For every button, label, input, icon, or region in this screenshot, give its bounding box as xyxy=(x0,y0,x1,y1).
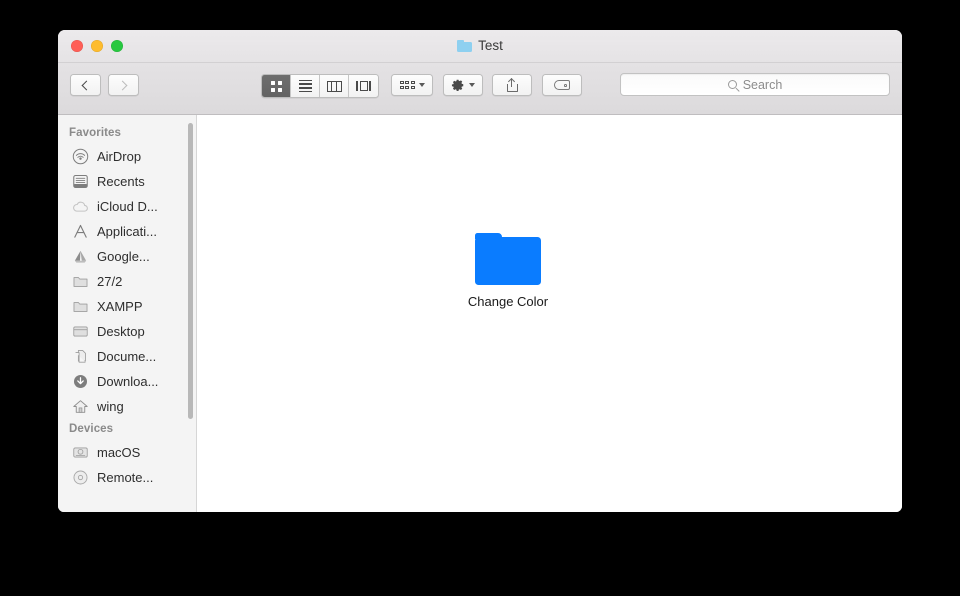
icon-view-button[interactable] xyxy=(262,75,291,97)
sidebar-item-27-2[interactable]: 27/2 xyxy=(58,269,196,294)
chevron-down-icon xyxy=(469,83,475,87)
back-button[interactable] xyxy=(70,74,101,96)
view-mode-segmented-control xyxy=(261,74,379,98)
sidebar-item-label: Recents xyxy=(97,174,145,189)
list-icon xyxy=(299,80,312,92)
sidebar-item-label: Remote... xyxy=(97,470,153,485)
folder-icon xyxy=(475,233,541,285)
window-title: Test xyxy=(58,38,902,53)
sidebar-item-label: Docume... xyxy=(97,349,156,364)
chevron-right-icon xyxy=(118,80,128,90)
sidebar: Favorites AirDrop xyxy=(58,115,197,512)
tag-icon xyxy=(554,80,570,90)
folder-icon xyxy=(72,298,89,315)
sidebar-item-macos[interactable]: macOS xyxy=(58,440,196,465)
action-button[interactable] xyxy=(443,74,483,96)
sidebar-item-icloud-drive[interactable]: iCloud D... xyxy=(58,194,196,219)
toolbar: Search xyxy=(58,63,902,115)
file-name: Change Color xyxy=(468,294,548,309)
google-drive-icon xyxy=(72,248,89,265)
arrange-grid-icon xyxy=(400,81,415,89)
harddisk-icon xyxy=(72,444,89,461)
sidebar-item-label: Applicati... xyxy=(97,224,157,239)
share-button[interactable] xyxy=(492,74,532,96)
sidebar-item-label: iCloud D... xyxy=(97,199,158,214)
sidebar-item-home[interactable]: wing xyxy=(58,394,196,419)
sidebar-section-favorites-header: Favorites xyxy=(58,123,196,144)
gallery-icon xyxy=(356,81,370,91)
file-item[interactable]: Change Color xyxy=(450,233,566,309)
search-placeholder: Search xyxy=(743,78,783,92)
sidebar-item-recents[interactable]: Recents xyxy=(58,169,196,194)
search-icon xyxy=(728,80,737,89)
sidebar-item-label: macOS xyxy=(97,445,140,460)
documents-icon xyxy=(72,348,89,365)
column-view-button[interactable] xyxy=(320,75,349,97)
home-icon xyxy=(72,398,89,415)
sidebar-item-applications[interactable]: Applicati... xyxy=(58,219,196,244)
chevron-left-icon xyxy=(82,80,92,90)
chevron-down-icon xyxy=(419,83,425,87)
window-title-text: Test xyxy=(478,38,503,53)
folder-icon xyxy=(457,40,472,52)
sidebar-item-label: Desktop xyxy=(97,324,145,339)
sidebar-scrollbar[interactable] xyxy=(188,123,193,419)
title-bar[interactable]: Test xyxy=(58,30,902,63)
sidebar-item-label: wing xyxy=(97,399,124,414)
sidebar-item-label: AirDrop xyxy=(97,149,141,164)
grid-icon xyxy=(271,81,282,92)
gallery-view-button[interactable] xyxy=(349,75,378,97)
sidebar-item-downloads[interactable]: Downloa... xyxy=(58,369,196,394)
tags-button[interactable] xyxy=(542,74,582,96)
sidebar-item-desktop[interactable]: Desktop xyxy=(58,319,196,344)
folder-icon xyxy=(72,273,89,290)
sidebar-section-devices-header: Devices xyxy=(58,419,196,440)
sidebar-item-documents[interactable]: Docume... xyxy=(58,344,196,369)
recents-icon xyxy=(72,173,89,190)
applications-icon xyxy=(72,223,89,240)
sidebar-item-label: XAMPP xyxy=(97,299,143,314)
sidebar-item-label: 27/2 xyxy=(97,274,122,289)
gear-icon xyxy=(451,78,465,92)
sidebar-item-xampp[interactable]: XAMPP xyxy=(58,294,196,319)
finder-window: Test xyxy=(58,30,902,512)
share-icon xyxy=(507,79,518,92)
icloud-icon xyxy=(72,198,89,215)
navigation-group xyxy=(70,74,139,96)
search-field[interactable]: Search xyxy=(620,73,890,96)
sidebar-item-remote-disc[interactable]: Remote... xyxy=(58,465,196,490)
columns-icon xyxy=(327,81,342,92)
forward-button[interactable] xyxy=(108,74,139,96)
remote-disc-icon xyxy=(72,469,89,486)
sidebar-item-google-drive[interactable]: Google... xyxy=(58,244,196,269)
downloads-icon xyxy=(72,373,89,390)
list-view-button[interactable] xyxy=(291,75,320,97)
airdrop-icon xyxy=(72,148,89,165)
window-body: Favorites AirDrop xyxy=(58,115,902,512)
desktop-icon xyxy=(72,323,89,340)
file-grid[interactable]: Change Color xyxy=(197,115,902,512)
sidebar-item-label: Google... xyxy=(97,249,150,264)
sidebar-item-label: Downloa... xyxy=(97,374,158,389)
sidebar-item-airdrop[interactable]: AirDrop xyxy=(58,144,196,169)
arrange-button[interactable] xyxy=(391,74,433,96)
